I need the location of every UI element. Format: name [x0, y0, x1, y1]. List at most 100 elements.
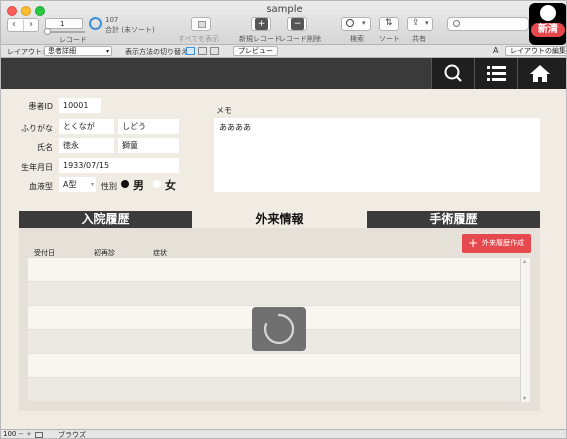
sex-female-label: 女 [165, 179, 176, 192]
sort-button[interactable]: ⇅ [379, 17, 399, 31]
patient-id-field[interactable]: 10001 [59, 98, 101, 113]
list-row[interactable] [28, 258, 520, 281]
record-nav-buttons[interactable]: ‹ › [7, 18, 39, 32]
list-nav-button[interactable] [474, 58, 517, 89]
loading-indicator [252, 307, 306, 351]
view-as-label: 表示方法の切り替え: [125, 48, 191, 56]
furigana-first-field[interactable]: しどう [118, 119, 179, 134]
list-scrollbar[interactable]: ▴ ▾ [520, 258, 530, 402]
window-title: sample [266, 4, 303, 15]
blood-type-select[interactable]: A型 ▾ [59, 177, 96, 192]
plus-icon: + [468, 236, 479, 250]
font-size-icon[interactable]: A [493, 46, 498, 55]
list-icon [487, 66, 506, 81]
loading-spinner-icon [264, 313, 295, 345]
name-label: 氏名 [37, 143, 53, 152]
sex-male-label: 男 [133, 179, 144, 192]
total-label: 合計 (未ソート) [105, 26, 155, 34]
birthdate-field[interactable]: 1933/07/15 [59, 158, 179, 173]
list-row[interactable] [28, 378, 520, 401]
site-logo-badge: 新清 [529, 3, 566, 45]
mode-label[interactable]: ブラウズ [58, 430, 86, 438]
dropdown-arrow-icon: ▾ [362, 19, 366, 27]
edit-layout-button[interactable]: レイアウトの編集 [505, 46, 566, 56]
record-slider[interactable] [45, 31, 85, 33]
tab-inpatient[interactable]: 入院履歴 [19, 211, 192, 228]
sex-label: 性別 [101, 182, 117, 191]
name-last-field[interactable]: 徳永 [59, 138, 114, 153]
minus-icon: − [291, 18, 304, 30]
chevron-down-icon: ▾ [90, 181, 94, 188]
search-icon [453, 20, 460, 27]
memo-field[interactable]: ああああ [214, 118, 540, 192]
view-table-icon[interactable] [210, 47, 219, 55]
sex-male-radio[interactable] [121, 180, 129, 188]
layout-select-value: 患者詳細 [48, 47, 76, 55]
apple-logo-icon [540, 5, 556, 21]
share-button[interactable]: ⇪ ▾ [407, 17, 433, 31]
status-bar: 100 − + ブラウズ [1, 429, 566, 438]
chevron-right-icon[interactable]: › [29, 19, 33, 30]
magnifier-icon [346, 19, 354, 27]
search-icon [444, 64, 462, 82]
show-all-icon [198, 21, 206, 28]
record-progress-ring-icon [89, 17, 102, 30]
blood-type-label: 血液型 [29, 182, 53, 191]
share-label: 共有 [412, 35, 426, 43]
view-list-icon[interactable] [198, 47, 207, 55]
preview-button[interactable]: プレビュー [233, 46, 278, 56]
sort-label: ソート [379, 35, 400, 43]
status-area-toggle-icon[interactable] [35, 432, 43, 438]
home-nav-button[interactable] [517, 58, 566, 89]
tab-outpatient[interactable]: 外来情報 [192, 211, 367, 228]
patient-id-label: 患者ID [28, 102, 53, 111]
sort-icon: ⇅ [385, 18, 393, 28]
birthdate-label: 生年月日 [21, 163, 53, 172]
search-nav-button[interactable] [431, 58, 474, 89]
chevron-down-icon: ▾ [105, 48, 109, 55]
delete-record-label: レコード削除 [279, 35, 321, 43]
badge-text: 新清 [531, 23, 565, 37]
dropdown-arrow-icon: ▾ [425, 19, 429, 27]
app-window: sample ‹ › 1 レコード 107 合計 (未ソート) すべてを表示 +… [0, 0, 567, 439]
new-record-button[interactable]: + [251, 17, 271, 31]
list-row[interactable] [28, 282, 520, 305]
add-outpatient-record-button[interactable]: + 外来履歴作成 [462, 234, 531, 253]
furigana-last-field[interactable]: とくなが [59, 119, 114, 134]
total-count: 107 [105, 16, 119, 24]
new-record-label: 新規レコード [239, 35, 281, 43]
furigana-label: ふりがな [21, 124, 53, 133]
column-header-visit-type: 初再診 [94, 249, 115, 257]
share-icon: ⇪ [412, 18, 420, 28]
zoom-level[interactable]: 100 [3, 430, 16, 438]
name-first-field[interactable]: 獅童 [118, 138, 179, 153]
layout-bar: レイアウト: 患者詳細 ▾ 表示方法の切り替え: プレビュー A レイアウトの編… [1, 45, 566, 58]
column-header-symptoms: 症状 [153, 249, 167, 257]
delete-record-button[interactable]: − [287, 17, 307, 31]
record-label: レコード [59, 36, 87, 44]
record-number-input[interactable]: 1 [45, 18, 83, 29]
record-slider-thumb[interactable] [44, 28, 51, 35]
view-form-icon[interactable] [186, 47, 195, 55]
plus-icon: + [255, 18, 268, 30]
show-all-button[interactable] [191, 17, 211, 31]
home-icon [530, 65, 550, 82]
memo-label: メモ [216, 106, 232, 115]
column-header-reception-date: 受付日 [34, 249, 55, 257]
show-all-label: すべてを表示 [178, 35, 220, 43]
zoom-out-icon[interactable]: − [18, 430, 24, 438]
scroll-down-arrow-icon[interactable]: ▾ [523, 395, 526, 402]
scroll-up-arrow-icon[interactable]: ▴ [523, 258, 526, 265]
find-button[interactable]: ▾ [341, 17, 371, 31]
tab-surgery[interactable]: 手術履歴 [367, 211, 540, 228]
quick-find-input[interactable] [447, 17, 529, 31]
sex-female-radio[interactable] [153, 180, 161, 188]
find-label: 検索 [350, 35, 364, 43]
chevron-left-icon[interactable]: ‹ [12, 19, 16, 30]
list-row[interactable] [28, 354, 520, 377]
blood-type-value: A型 [63, 180, 77, 189]
zoom-in-icon[interactable]: + [26, 430, 32, 438]
title-bar: sample ‹ › 1 レコード 107 合計 (未ソート) すべてを表示 +… [1, 1, 566, 45]
layout-label: レイアウト: [7, 48, 45, 56]
layout-select[interactable]: 患者詳細 ▾ [44, 46, 112, 56]
